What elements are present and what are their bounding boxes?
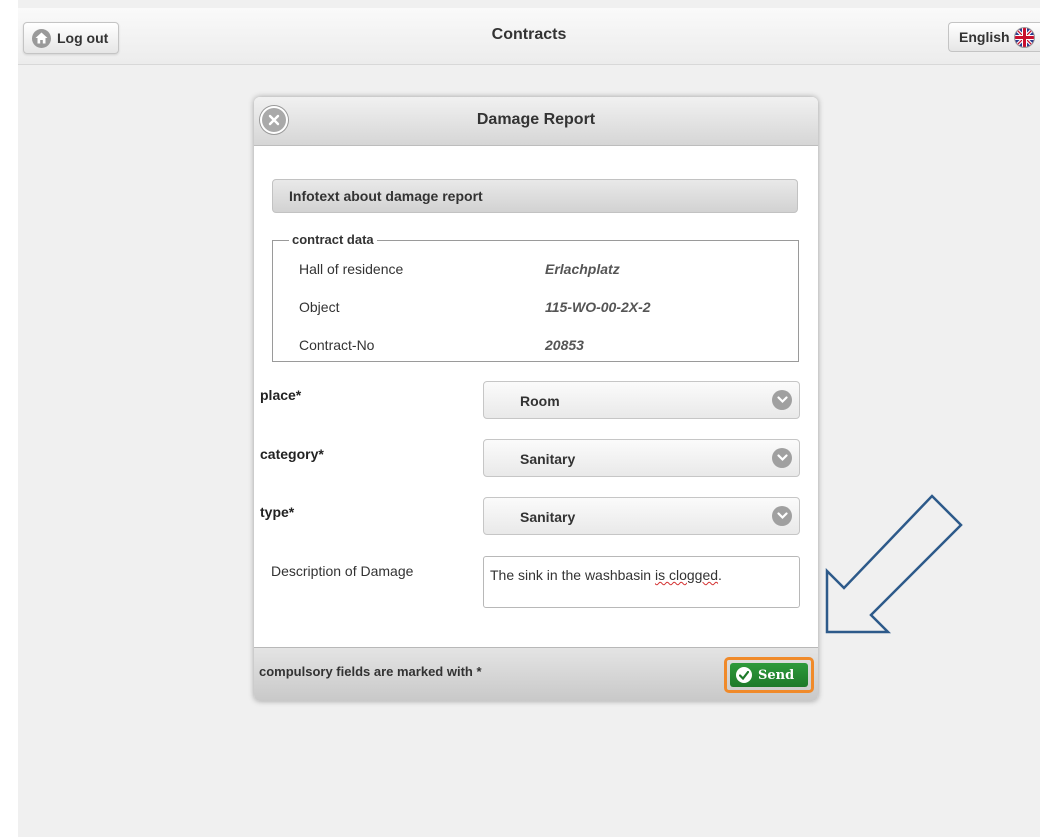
page-title: Contracts	[491, 26, 567, 43]
category-select[interactable]: Sanitary	[483, 439, 800, 477]
description-text: The sink in the washbasin	[490, 567, 655, 583]
chevron-down-icon	[772, 390, 792, 410]
description-label: Description of Damage	[271, 563, 414, 579]
contract-no-value: 20853	[545, 337, 584, 353]
place-label: place*	[260, 387, 302, 403]
checkmark-icon	[736, 667, 752, 683]
hall-of-residence-value: Erlachplatz	[545, 261, 620, 277]
dialog-footer: compulsory fields are marked with * Send	[254, 647, 818, 701]
contract-data-legend: contract data	[289, 232, 377, 247]
contract-no-label: Contract-No	[299, 337, 375, 353]
place-value: Room	[520, 393, 560, 409]
category-label: category*	[260, 446, 324, 462]
contract-data-fieldset: contract data Hall of residence Erlachpl…	[272, 232, 799, 362]
compulsory-fields-note: compulsory fields are marked with *	[259, 664, 482, 679]
place-select[interactable]: Room	[483, 381, 800, 419]
send-button-highlight: Send	[724, 657, 814, 693]
dialog-title: Damage Report	[476, 111, 596, 128]
top-bar: Log out Contracts English	[18, 8, 1040, 65]
type-label: type*	[260, 504, 295, 520]
dialog-header: Damage Report	[254, 97, 818, 146]
type-value: Sanitary	[520, 509, 576, 525]
hall-of-residence-label: Hall of residence	[299, 261, 404, 277]
infotext-label: Infotext about damage report	[289, 188, 483, 204]
chevron-down-icon	[772, 506, 792, 526]
category-value: Sanitary	[520, 451, 576, 467]
infotext-bar[interactable]: Infotext about damage report	[272, 179, 798, 213]
language-button[interactable]: English	[948, 22, 1040, 52]
send-label: Send	[758, 667, 795, 683]
uk-flag-icon	[1014, 27, 1034, 47]
description-misspelled-text: is clogged	[654, 567, 719, 583]
chevron-down-icon	[772, 448, 792, 468]
pointer-arrow-icon	[825, 494, 963, 634]
language-label: English	[959, 29, 1010, 45]
description-textarea[interactable]: The sink in the washbasin is clogged.	[483, 556, 800, 608]
send-button[interactable]: Send	[730, 663, 808, 687]
damage-report-dialog: Damage Report Infotext about damage repo…	[254, 97, 818, 701]
object-label: Object	[299, 299, 340, 315]
type-select[interactable]: Sanitary	[483, 497, 800, 535]
object-value: 115-WO-00-2X-2	[545, 299, 651, 315]
description-text-end: .	[718, 567, 722, 583]
